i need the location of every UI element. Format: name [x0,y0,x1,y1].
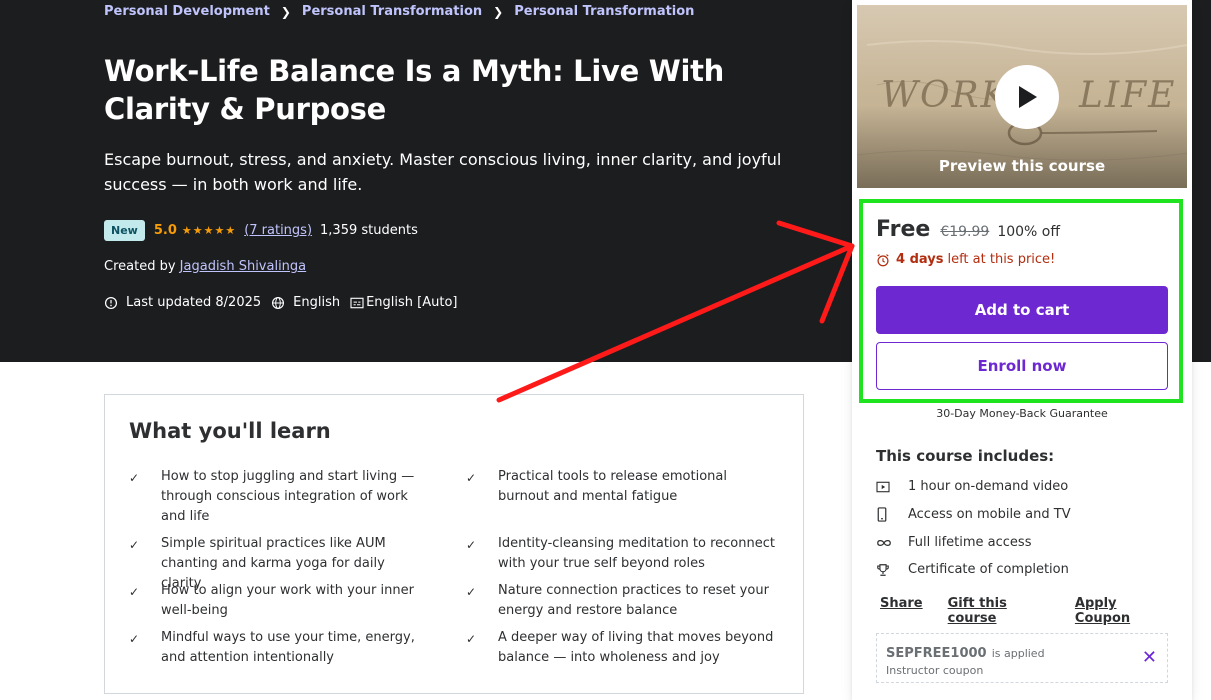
students-count: 1,359 students [320,223,418,238]
created-by: Created by Jagadish Shivalinga [104,259,306,274]
coupon-applied-text: is applied [991,647,1045,660]
breadcrumb-item-personal-development[interactable]: Personal Development [104,4,270,19]
checkmark-icon: ✓ [129,585,140,599]
alert-clock-icon [104,296,118,309]
checkmark-icon: ✓ [466,538,477,552]
rating-row: New 5.0 ★★★★★ (7 ratings) 1,359 students [104,220,418,241]
language-text: English [293,295,341,310]
checkmark-icon: ✓ [129,632,140,646]
learn-item: ✓ Nature connection practices to reset yo… [466,583,769,618]
purchase-card: WORK LIFE Preview this course Free €19.9… [852,0,1192,700]
card-actions: Share Gift this course Apply Coupon [880,596,1192,626]
checkmark-icon: ✓ [466,471,477,485]
course-meta: Last updated 8/2025 English English [Aut… [104,295,468,310]
share-link[interactable]: Share [880,596,923,626]
timer-suffix: left at this price! [947,252,1056,267]
price-timer: 4 days left at this price! [876,252,1055,267]
video-icon [876,481,890,492]
applied-coupon: SEPFREE1000 is applied Instructor coupon… [876,633,1168,683]
learn-item: ✓ Practical tools to release emotional bu… [466,469,727,504]
what-you-learn-box: What you'll learn ✓ How to stop juggling … [104,394,804,694]
price-row: Free €19.99 100% off [876,217,1060,242]
coupon-code: SEPFREE1000 [886,646,987,661]
author-link[interactable]: Jagadish Shivalinga [180,259,306,274]
breadcrumb-item-personal-transformation[interactable]: Personal Transformation [302,4,482,19]
breadcrumb: Personal Development ❯ Personal Transfor… [104,4,694,19]
preview-label: Preview this course [938,157,1106,175]
created-by-label: Created by [104,259,176,274]
include-text: 1 hour on-demand video [908,479,1069,494]
include-item-video: 1 hour on-demand video [876,479,1068,494]
include-text: Full lifetime access [908,535,1032,550]
ratings-count-link[interactable]: (7 ratings) [244,223,312,238]
current-price: Free [876,217,931,242]
discount-percent: 100% off [997,224,1060,240]
checkmark-icon: ✓ [466,632,477,646]
course-preview-video[interactable]: WORK LIFE Preview this course [856,4,1188,189]
new-badge: New [104,220,145,241]
include-item-lifetime: Full lifetime access [876,535,1031,550]
coupon-type: Instructor coupon [886,664,984,677]
gift-course-link[interactable]: Gift this course [948,596,1050,626]
learn-item: ✓ Identity-cleansing meditation to reconn… [466,536,775,571]
closed-captions-icon [350,297,364,308]
last-updated: Last updated 8/2025 [104,295,261,310]
what-you-learn-heading: What you'll learn [129,419,331,443]
breadcrumb-item-topic[interactable]: Personal Transformation [514,4,694,19]
play-button[interactable] [995,65,1059,129]
remove-coupon-icon[interactable]: ✕ [1142,647,1157,668]
star-rating-icon: ★★★★★ [181,224,237,237]
course-title: Work-Life Balance Is a Myth: Live With C… [104,54,724,126]
include-text: Access on mobile and TV [908,507,1071,522]
last-updated-text: Last updated 8/2025 [126,295,262,310]
learn-item: ✓ A deeper way of living that moves beyon… [466,630,774,665]
include-item-certificate: Certificate of completion [876,562,1069,577]
alarm-clock-icon [877,253,889,266]
trophy-icon [877,563,889,576]
include-text: Certificate of completion [908,562,1069,577]
rating-score: 5.0 [153,223,177,238]
infinity-icon [877,539,891,546]
chevron-right-icon: ❯ [493,4,504,19]
checkmark-icon: ✓ [129,538,140,552]
includes-heading: This course includes: [876,447,1055,465]
play-icon [1019,86,1037,108]
language: English [271,295,340,310]
learn-item: ✓ Mindful ways to use your time, energy, … [129,630,415,665]
mobile-icon [877,507,887,522]
captions-text: English [Auto] [366,295,458,310]
add-to-cart-button[interactable]: Add to cart [876,286,1168,334]
include-item-mobile: Access on mobile and TV [876,507,1071,522]
timer-days: 4 days [896,252,944,267]
money-back-guarantee: 30-Day Money-Back Guarantee [936,407,1108,420]
globe-icon [272,296,285,309]
original-price: €19.99 [940,224,990,240]
enroll-now-button[interactable]: Enroll now [876,342,1168,390]
chevron-right-icon: ❯ [280,4,291,19]
learn-item: ✓ How to align your work with your inner … [129,583,414,618]
checkmark-icon: ✓ [466,585,477,599]
learn-item: ✓ How to stop juggling and start living —… [129,469,415,524]
checkmark-icon: ✓ [129,471,140,485]
apply-coupon-link[interactable]: Apply Coupon [1075,596,1167,626]
course-subtitle: Escape burnout, stress, and anxiety. Mas… [104,150,782,194]
captions: English [Auto] [350,295,458,310]
